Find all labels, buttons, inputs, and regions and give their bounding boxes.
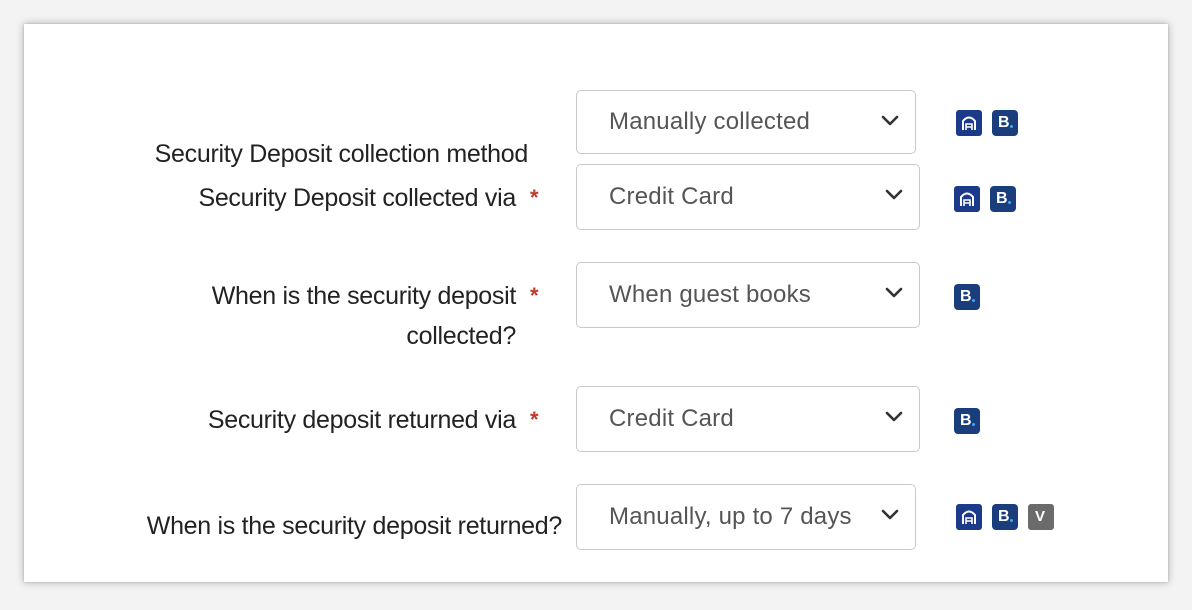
collected-when-value: When guest books (609, 281, 811, 308)
channel-icons: B (954, 284, 980, 310)
collection-method-label: Security Deposit collection method (154, 140, 529, 168)
booking-icon: B (954, 408, 980, 434)
collected-when-label: When is the security deposit collected? (211, 282, 517, 350)
collected-via-select[interactable]: Credit Card (576, 164, 920, 230)
booking-icon: B (954, 284, 980, 310)
required-marker: * (530, 407, 539, 432)
chevron-down-icon (881, 115, 899, 126)
collection-method-select[interactable]: Manually collected (576, 90, 916, 154)
required-marker: * (530, 185, 539, 210)
collected-via-label: Security Deposit collected via (198, 184, 516, 212)
booking-icon: B (992, 110, 1018, 136)
collection-method-value: Manually collected (609, 108, 811, 135)
channel-icons: B (956, 110, 1018, 136)
returned-when-label: When is the security deposit returned? (146, 512, 563, 540)
returned-when-select[interactable]: Manually, up to 7 days (576, 484, 916, 550)
airbnb-icon (956, 110, 982, 136)
airbnb-icon (956, 504, 982, 530)
airbnb-icon (954, 186, 980, 212)
returned-when-value: Manually, up to 7 days (609, 503, 852, 530)
chevron-down-icon (885, 411, 903, 422)
booking-icon: B (990, 186, 1016, 212)
channel-icons: B (954, 186, 1016, 212)
chevron-down-icon (885, 287, 903, 298)
booking-icon: B (992, 504, 1018, 530)
collected-via-value: Credit Card (609, 183, 734, 210)
returned-via-select[interactable]: Credit Card (576, 386, 920, 452)
chevron-down-icon (881, 509, 899, 520)
vrbo-icon: V (1028, 504, 1054, 530)
required-marker: * (530, 283, 539, 308)
chevron-down-icon (885, 189, 903, 200)
returned-via-value: Credit Card (609, 405, 734, 432)
collected-when-select[interactable]: When guest books (576, 262, 920, 328)
returned-via-label: Security deposit returned via (207, 406, 516, 434)
channel-icons: B V (956, 504, 1054, 530)
security-deposit-settings-card: Security Deposit collection method Manua… (24, 24, 1168, 582)
channel-icons: B (954, 408, 980, 434)
